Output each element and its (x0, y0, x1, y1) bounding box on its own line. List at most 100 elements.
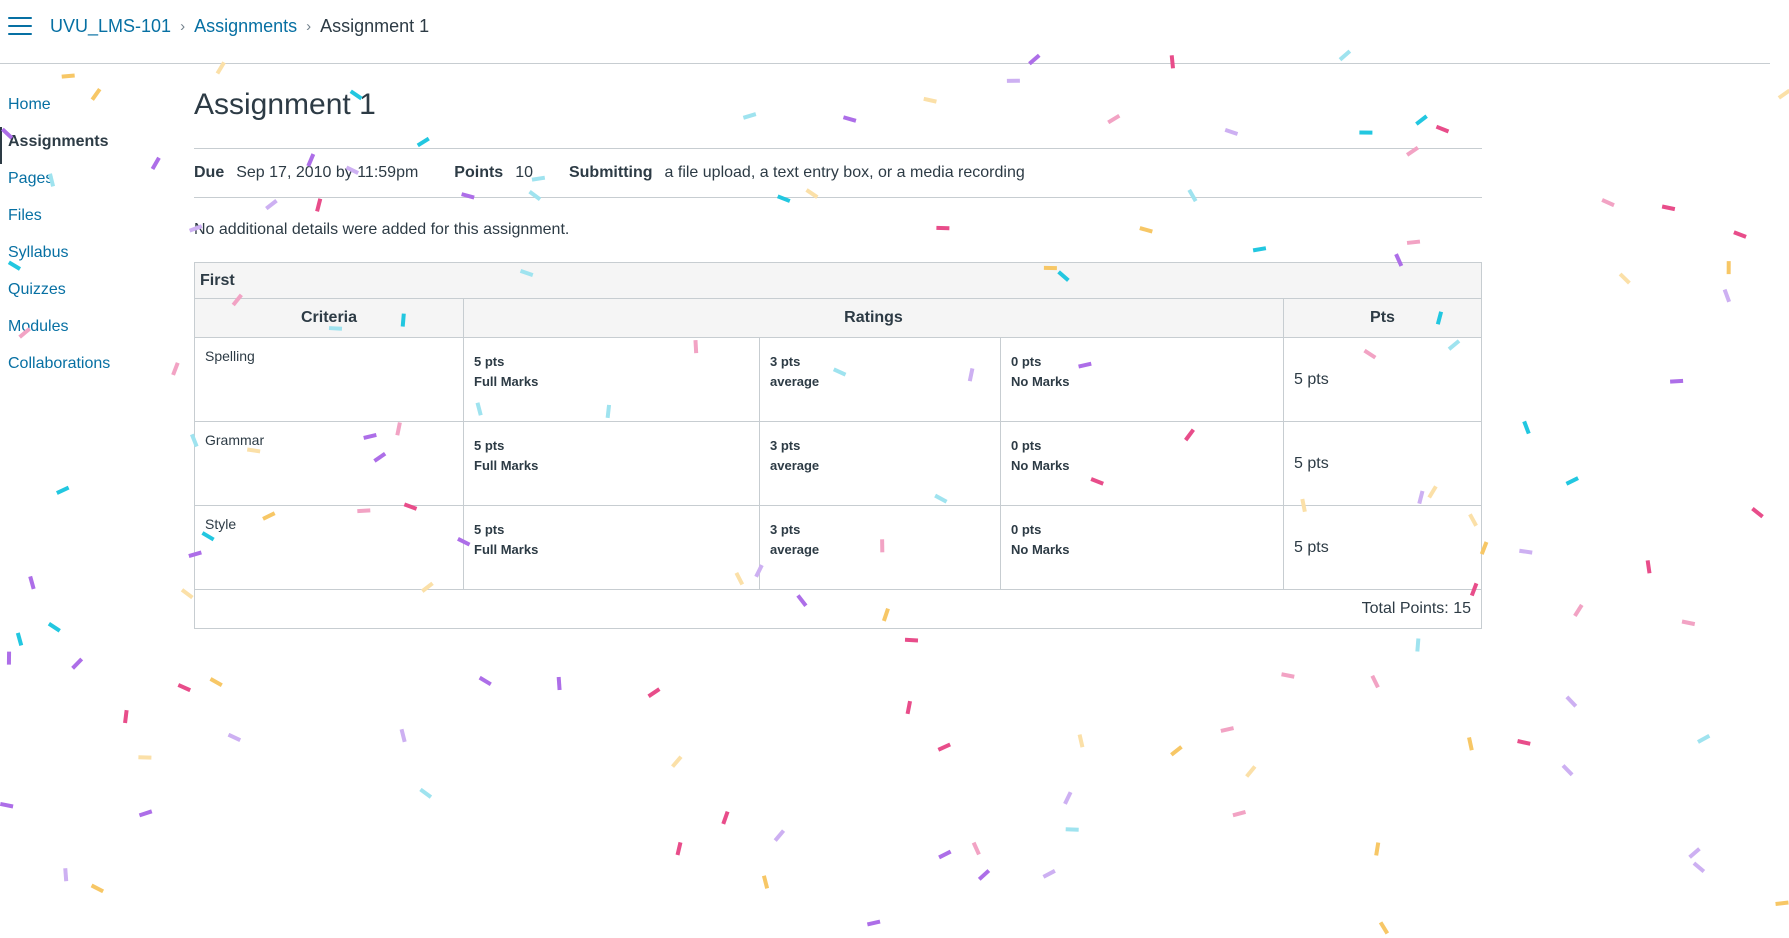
criterion-name: Spelling (195, 338, 464, 421)
submitting-value: a file upload, a text entry box, or a me… (664, 164, 1025, 181)
confetti-piece (1467, 737, 1474, 751)
table-row: Grammar 5 pts Full Marks 3 pts average 0 p… (195, 422, 1481, 506)
sidebar-item-assignments[interactable]: Assignments (0, 127, 160, 164)
breadcrumb-course-link[interactable]: UVU_LMS-101 (50, 16, 171, 37)
course-nav: Home Assignments Pages Files Syllabus Qu… (0, 90, 160, 386)
criterion-name: Style (195, 506, 464, 589)
rubric-header-row: Criteria Ratings Pts (195, 299, 1481, 338)
confetti-piece (1042, 869, 1056, 879)
rating-cell: 0 pts No Marks (1001, 506, 1284, 589)
rating-points: 3 pts (770, 438, 801, 453)
confetti-piece (209, 677, 223, 687)
rating-cell: 5 pts Full Marks (464, 338, 760, 421)
confetti-piece (675, 841, 683, 856)
criterion-points: 5 pts (1294, 371, 1329, 388)
confetti-piece (647, 687, 661, 698)
total-points: Total Points: 15 (1361, 600, 1471, 617)
rating-points: 3 pts (770, 522, 801, 537)
rating-label: Full Marks (474, 542, 539, 557)
assignment-details: Due Sep 17, 2010 by 11:59pm Points 10 Su… (194, 148, 1482, 198)
table-row: Style 5 pts Full Marks 3 pts average 0 pts… (195, 506, 1481, 590)
rating-points: 5 pts (474, 438, 505, 453)
confetti-piece (1065, 827, 1079, 832)
sidebar-item-files[interactable]: Files (0, 201, 160, 238)
confetti-piece (721, 810, 730, 825)
rating-label: average (770, 458, 820, 473)
points-label: Points (454, 164, 504, 181)
page-title: Assignment 1 (194, 88, 376, 121)
ratings-header: Ratings (464, 299, 1284, 337)
confetti-piece (773, 829, 786, 842)
confetti-piece (138, 809, 153, 818)
rating-label: average (770, 542, 820, 557)
confetti-piece (1726, 261, 1731, 275)
rating-cell: 3 pts average (760, 506, 1001, 589)
confetti-piece (478, 675, 492, 687)
sidebar-item-pages[interactable]: Pages (0, 164, 160, 201)
rating-points: 3 pts (770, 354, 801, 369)
confetti-piece (177, 683, 192, 693)
rating-cell: 0 pts No Marks (1001, 422, 1284, 505)
confetti-piece (171, 362, 180, 376)
confetti-piece (1722, 288, 1732, 303)
sidebar-item-home[interactable]: Home (0, 90, 160, 127)
confetti-piece (1777, 88, 1789, 100)
confetti-piece (1378, 921, 1390, 935)
confetti-piece (761, 875, 770, 889)
confetti-piece (0, 801, 14, 809)
sidebar-item-collaborations[interactable]: Collaborations (0, 349, 160, 386)
confetti-piece (1681, 619, 1696, 627)
confetti-piece (123, 709, 129, 724)
due-label: Due (194, 164, 225, 181)
rubric-table: First Criteria Ratings Pts Spelling 5 pt… (194, 262, 1482, 629)
confetti-piece (1232, 810, 1247, 818)
confetti-piece (1573, 603, 1584, 617)
rating-cell: 0 pts No Marks (1001, 338, 1284, 421)
sidebar-item-syllabus[interactable]: Syllabus (0, 238, 160, 275)
breadcrumb: UVU_LMS-101 › Assignments › Assignment 1 (50, 16, 429, 37)
confetti-piece (1220, 726, 1234, 733)
confetti-piece (1670, 378, 1684, 384)
points-value: 10 (515, 164, 533, 181)
confetti-piece (1618, 272, 1631, 285)
confetti-piece (63, 868, 69, 882)
confetti-piece (419, 787, 433, 799)
confetti-piece (556, 676, 562, 691)
confetti-piece (61, 73, 75, 79)
confetti-piece (28, 575, 36, 590)
due-value: Sep 17, 2010 by 11:59pm (236, 164, 419, 181)
criterion-points: 5 pts (1294, 539, 1329, 556)
confetti-piece (1645, 560, 1652, 574)
confetti-piece (1692, 861, 1706, 874)
rubric-title: First (195, 263, 1481, 299)
confetti-piece (1733, 230, 1747, 239)
hamburger-menu-icon[interactable] (8, 17, 32, 39)
confetti-piece (1775, 900, 1789, 907)
confetti-piece (671, 755, 683, 768)
confetti-piece (1517, 739, 1531, 746)
confetti-piece (937, 742, 951, 752)
assignment-content: Assignment 1 Due Sep 17, 2010 by 11:59pm… (194, 84, 1482, 629)
confetti-piece (971, 841, 981, 856)
confetti-piece (1601, 198, 1615, 208)
table-row: Spelling 5 pts Full Marks 3 pts average 0 … (195, 338, 1481, 422)
confetti-piece (47, 622, 61, 633)
confetti-piece (1370, 674, 1380, 689)
confetti-piece (1688, 847, 1701, 859)
criteria-header: Criteria (195, 299, 464, 337)
rating-label: No Marks (1011, 458, 1070, 473)
sidebar-item-modules[interactable]: Modules (0, 312, 160, 349)
breadcrumb-assignments-link[interactable]: Assignments (194, 16, 297, 37)
rating-points: 5 pts (474, 522, 505, 537)
rating-label: Full Marks (474, 374, 539, 389)
confetti-piece (56, 485, 70, 495)
confetti-piece (1522, 420, 1531, 435)
confetti-piece (866, 919, 881, 927)
rating-cell: 5 pts Full Marks (464, 422, 760, 505)
confetti-piece (977, 869, 991, 881)
sidebar-item-quizzes[interactable]: Quizzes (0, 275, 160, 312)
chevron-right-icon: › (180, 18, 186, 35)
criterion-name: Grammar (195, 422, 464, 505)
confetti-piece (1077, 734, 1085, 748)
top-bar: UVU_LMS-101 › Assignments › Assignment 1 (0, 0, 1770, 64)
